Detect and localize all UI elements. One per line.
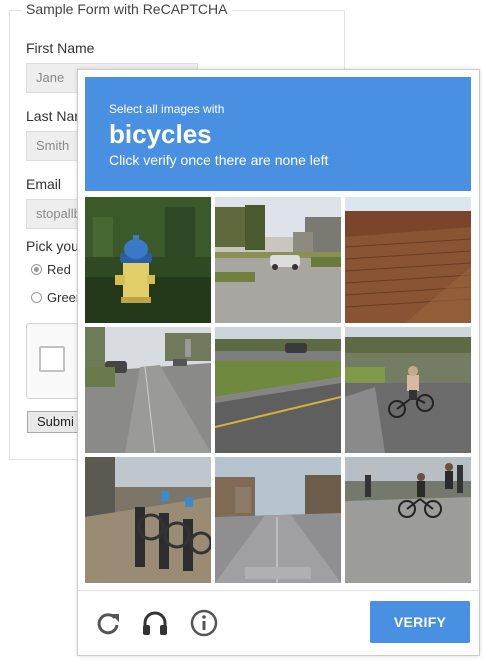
image-tile-1[interactable] <box>85 197 211 323</box>
image-tile-4[interactable] <box>85 327 211 453</box>
recaptcha-challenge: Select all images with bicycles Click ve… <box>77 69 480 656</box>
image-grid <box>85 197 471 585</box>
last-name-label: Last Nar <box>26 108 79 124</box>
challenge-instruction: Select all images with <box>109 102 225 116</box>
challenge-subtext: Click verify once there are none left <box>109 152 329 168</box>
image-tile-2[interactable] <box>215 197 341 323</box>
image-tile-6[interactable] <box>345 327 471 453</box>
recaptcha-checkbox[interactable] <box>39 346 65 372</box>
form-legend: Sample Form with ReCAPTCHA <box>22 1 232 17</box>
people-bicycle-image <box>345 457 471 583</box>
first-name-label: First Name <box>26 40 95 56</box>
image-tile-9[interactable] <box>345 457 471 583</box>
road-cars-image <box>85 327 211 453</box>
fire-hydrant-image <box>85 197 211 323</box>
info-icon[interactable] <box>189 608 219 638</box>
road-car-image <box>215 327 341 453</box>
street-parked-car-image <box>215 197 341 323</box>
radio-red-dot[interactable] <box>31 264 42 275</box>
image-tile-7[interactable] <box>85 457 211 583</box>
bike-rack-image <box>85 457 211 583</box>
radio-red-label: Red <box>47 262 71 277</box>
radio-option-red[interactable]: Red <box>31 262 71 277</box>
city-street-image <box>215 457 341 583</box>
headphones-icon[interactable] <box>140 608 170 638</box>
image-tile-3[interactable] <box>345 197 471 323</box>
radio-green-dot[interactable] <box>31 292 42 303</box>
challenge-header: Select all images with bicycles Click ve… <box>85 77 471 191</box>
reload-icon[interactable] <box>93 608 123 638</box>
radio-option-green[interactable]: Green <box>31 290 83 305</box>
image-tile-5[interactable] <box>215 327 341 453</box>
verify-button[interactable]: VERIFY <box>370 601 470 643</box>
cyclist-image <box>345 327 471 453</box>
pick-color-label: Pick you <box>26 238 79 254</box>
roof-image <box>345 197 471 323</box>
email-label: Email <box>26 176 62 192</box>
challenge-keyword: bicycles <box>109 119 212 149</box>
footer-divider <box>78 590 479 591</box>
image-tile-8[interactable] <box>215 457 341 583</box>
